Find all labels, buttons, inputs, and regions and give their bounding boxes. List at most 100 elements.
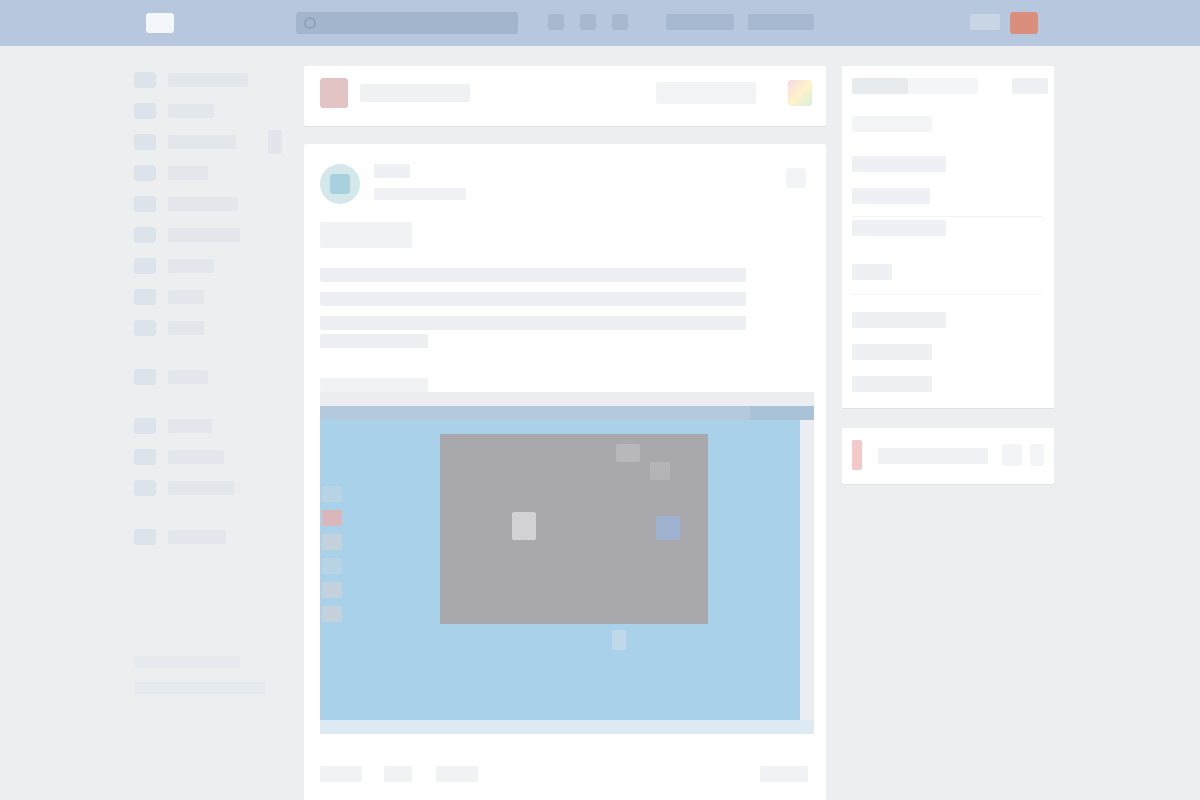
sidebar-item-photos[interactable] — [134, 219, 284, 250]
footer-link[interactable] — [134, 682, 266, 694]
header-link-2[interactable] — [748, 14, 814, 30]
panel-divider — [852, 294, 1042, 295]
search-input[interactable] — [322, 14, 512, 32]
sidebar-item-label — [168, 418, 212, 433]
panel-item[interactable] — [852, 188, 930, 204]
post-text-line — [320, 292, 746, 306]
panel-item[interactable] — [852, 344, 932, 360]
header-link-1[interactable] — [666, 14, 734, 30]
dock-app-icon — [322, 534, 342, 550]
post-text-line — [320, 316, 746, 330]
sidebar-item-friends[interactable] — [134, 157, 284, 188]
panel-item[interactable] — [852, 312, 946, 328]
background-color-icon[interactable] — [788, 80, 812, 106]
sidebar-item-video[interactable] — [134, 281, 284, 312]
dock-app-icon — [322, 606, 342, 622]
footer-link[interactable] — [134, 656, 240, 668]
games-icon — [134, 319, 156, 336]
left-sidebar — [134, 64, 284, 552]
sidebar-item-profile[interactable] — [134, 64, 284, 95]
promo-accent-icon — [852, 440, 862, 470]
panel-divider — [852, 216, 1042, 217]
sidebar-item-music[interactable] — [134, 250, 284, 281]
panel-item[interactable] — [852, 116, 932, 132]
avatar[interactable] — [320, 78, 348, 108]
sidebar-item-label — [168, 320, 204, 335]
post-composer — [304, 66, 826, 126]
panel-item[interactable] — [852, 376, 932, 392]
share-button[interactable] — [436, 766, 478, 782]
compose-input[interactable] — [360, 84, 470, 102]
vk-logo-icon[interactable] — [146, 13, 174, 33]
nav-divider — [134, 503, 284, 521]
info-icon[interactable] — [1002, 444, 1022, 466]
sidebar-item-news[interactable] — [134, 95, 284, 126]
sidebar-item-market[interactable] — [134, 441, 284, 472]
dock-app-icon — [322, 486, 342, 502]
cursor-icon — [612, 630, 626, 650]
window-control-icon — [650, 462, 670, 480]
like-button[interactable] — [320, 766, 362, 782]
bell-icon[interactable] — [548, 14, 564, 30]
sidebar-item-label — [168, 449, 224, 464]
dock-app-icon — [322, 558, 342, 574]
panel-item[interactable] — [852, 220, 946, 236]
community-logo-icon — [330, 174, 350, 194]
avatar[interactable] — [1010, 12, 1038, 34]
sidebar-collapse-icon[interactable] — [268, 130, 282, 154]
comment-button[interactable] — [384, 766, 412, 782]
dock-app-icon — [322, 582, 342, 598]
music-icon — [134, 257, 156, 274]
more-options-icon[interactable] — [786, 168, 806, 188]
screenshot-menubar-right — [750, 406, 814, 420]
sidebar-item-more[interactable] — [134, 521, 284, 552]
avatar[interactable] — [320, 164, 360, 204]
panel-item[interactable] — [852, 156, 946, 172]
post-text-line — [320, 268, 746, 282]
post-author[interactable] — [374, 164, 410, 178]
screenshot-bottom-strip — [320, 720, 814, 734]
close-icon[interactable] — [1030, 444, 1044, 466]
search-icon — [304, 17, 316, 29]
photos-icon — [134, 226, 156, 243]
search-box[interactable] — [296, 12, 518, 34]
sidebar-footer — [134, 656, 274, 700]
sidebar-item-label — [168, 289, 204, 304]
views-count — [760, 766, 808, 782]
bookmarks-icon — [134, 417, 156, 434]
panel-item[interactable] — [852, 264, 892, 280]
post-actions — [320, 766, 814, 786]
post-image[interactable] — [320, 392, 814, 734]
sidebar-item-bookmarks[interactable] — [134, 410, 284, 441]
market-icon — [134, 448, 156, 465]
window-control-icon — [616, 444, 640, 462]
sidebar-item-label — [168, 227, 240, 242]
sidebar-item-communities[interactable] — [134, 188, 284, 219]
sidebar-item-games[interactable] — [134, 312, 284, 343]
panel-tab-updates[interactable] — [908, 78, 978, 94]
window-button-icon — [512, 512, 536, 540]
music-icon[interactable] — [580, 14, 596, 30]
post-text-line — [320, 334, 428, 348]
play-icon[interactable] — [612, 14, 628, 30]
sidebar-item-label — [168, 72, 248, 87]
screenshot-window — [440, 434, 708, 624]
sidebar-item-ads[interactable] — [134, 472, 284, 503]
video-icon — [134, 288, 156, 305]
panel-tab-news[interactable] — [852, 78, 908, 94]
post-date[interactable] — [374, 188, 466, 200]
compose-attach-toolbar[interactable] — [656, 82, 756, 104]
screenshot-menubar — [320, 406, 814, 420]
promo-text[interactable] — [878, 448, 988, 464]
top-header — [0, 0, 1200, 46]
promo-card[interactable] — [842, 428, 1054, 484]
dock-app-icon — [322, 510, 342, 526]
user-name[interactable] — [970, 14, 1000, 30]
sidebar-item-label — [168, 134, 236, 149]
sidebar-item-apps[interactable] — [134, 361, 284, 392]
panel-settings-icon[interactable] — [1012, 78, 1048, 94]
image-caption — [320, 378, 428, 392]
sidebar-item-messages[interactable] — [134, 126, 284, 157]
ads-icon — [134, 479, 156, 496]
post-title — [320, 222, 412, 248]
